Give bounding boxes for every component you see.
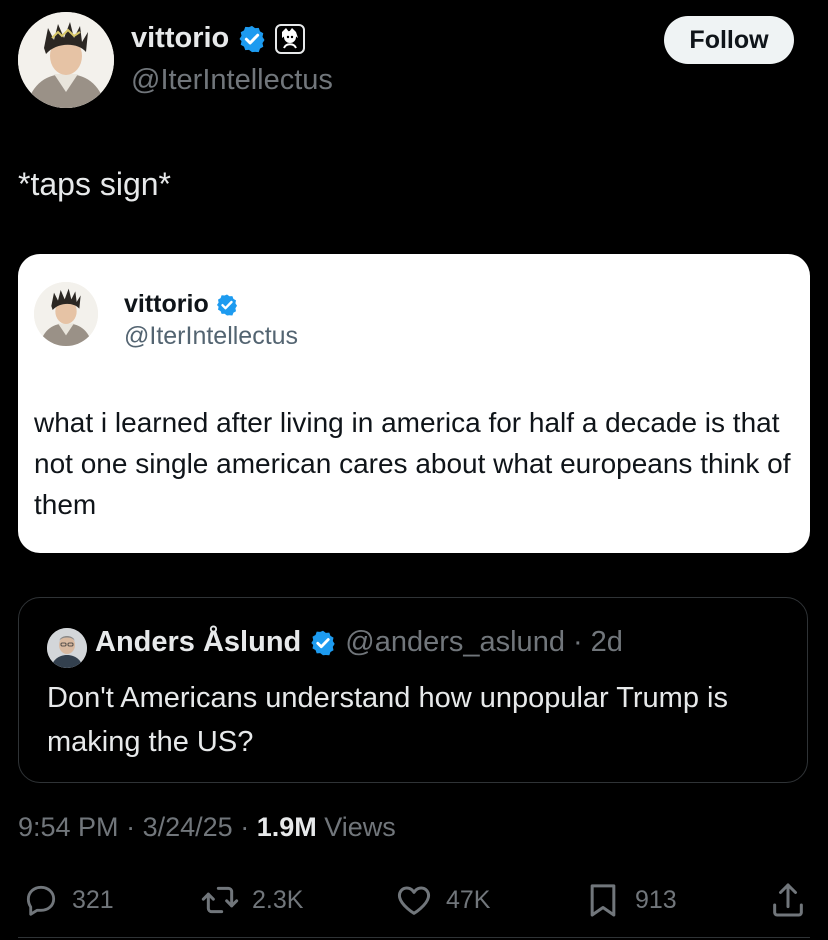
- bookmark-count: 913: [635, 885, 677, 914]
- tweet-meta: 9:54 PM · 3/24/25 · 1.9M Views: [18, 812, 396, 843]
- divider: [18, 937, 810, 938]
- follow-button[interactable]: Follow: [664, 16, 794, 64]
- author-handle[interactable]: @IterIntellectus: [131, 64, 333, 97]
- author-name-text[interactable]: vittorio: [131, 22, 229, 55]
- reply-count: 321: [72, 885, 114, 914]
- tweet-text: *taps sign*: [18, 166, 171, 202]
- views-label: Views: [324, 812, 396, 842]
- tweet-actions: 321 2.3K 47K 913: [0, 870, 828, 930]
- affiliate-badge-icon[interactable]: [275, 23, 306, 54]
- quoted-author-avatar: [47, 628, 87, 668]
- verified-badge-icon: [239, 25, 265, 52]
- reply-button[interactable]: 321: [22, 870, 114, 930]
- meta-separator: ·: [126, 812, 136, 842]
- tweet-date[interactable]: 3/24/25: [143, 812, 233, 842]
- quoted-author-name: Anders Åslund: [95, 626, 302, 658]
- bookmark-button[interactable]: 913: [583, 870, 677, 930]
- screenshot-author-name: vittorio: [124, 290, 239, 319]
- share-icon: [773, 883, 803, 917]
- verified-badge-icon: [311, 630, 335, 655]
- quoted-author-handle: @anders_aslund: [345, 626, 565, 658]
- tweet-time[interactable]: 9:54 PM: [18, 812, 119, 842]
- quoted-separator: ·: [572, 626, 583, 658]
- views-count: 1.9M: [256, 812, 317, 842]
- tweet-image[interactable]: vittorio @IterIntellectus what i learned…: [18, 254, 810, 553]
- screenshot-text: what i learned after living in america f…: [34, 407, 791, 520]
- screenshot-avatar: [34, 282, 98, 346]
- repost-icon: [201, 886, 239, 914]
- verified-badge-icon: [216, 294, 237, 315]
- quoted-tweet-age: 2d: [590, 626, 623, 658]
- reply-icon: [26, 885, 56, 916]
- share-button[interactable]: [768, 870, 808, 930]
- author-name[interactable]: vittorio: [131, 22, 306, 55]
- meta-separator: ·: [240, 812, 250, 842]
- bookmark-icon: [590, 884, 616, 917]
- repost-button[interactable]: 2.3K: [200, 870, 303, 930]
- quoted-tweet-header: Anders Åslund @anders_aslund · 2d: [95, 626, 623, 659]
- quoted-tweet-text: Don't Americans understand how unpopular…: [47, 682, 728, 758]
- heart-icon: [397, 886, 431, 915]
- quoted-tweet[interactable]: Anders Åslund @anders_aslund · 2d Don't …: [18, 597, 808, 783]
- author-avatar[interactable]: [18, 12, 114, 108]
- screenshot-author-name-text: vittorio: [124, 290, 209, 318]
- repost-count: 2.3K: [252, 885, 304, 914]
- like-count: 47K: [446, 885, 491, 914]
- like-button[interactable]: 47K: [394, 870, 490, 930]
- screenshot-author-handle: @IterIntellectus: [124, 322, 299, 350]
